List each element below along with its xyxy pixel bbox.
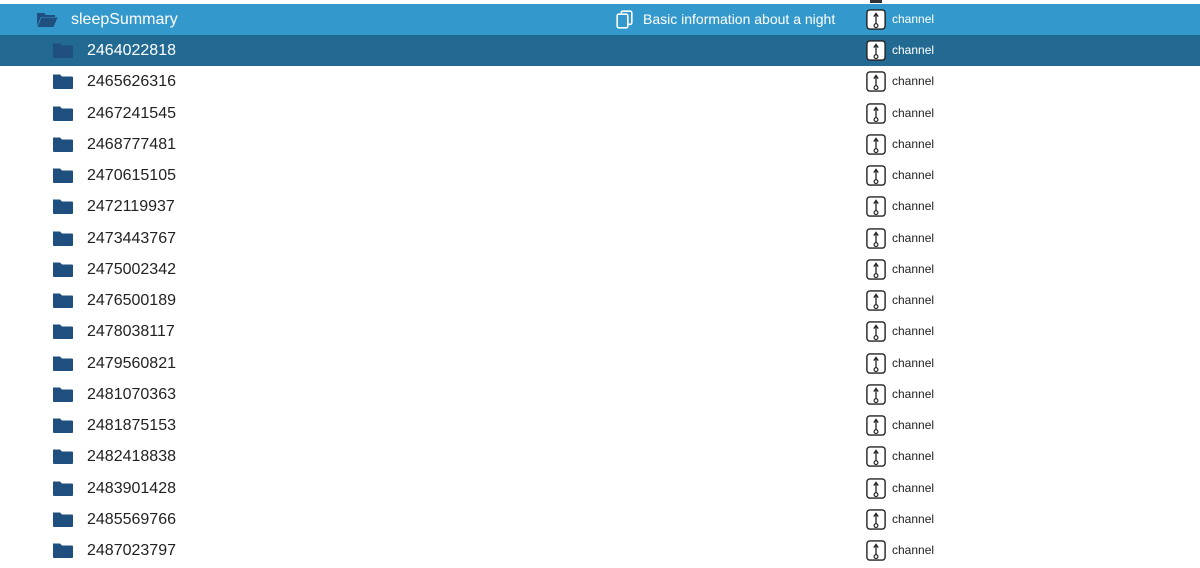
- item-name: 2483901428: [87, 479, 176, 497]
- tree-row-item[interactable]: 2482418838 channel: [0, 441, 1200, 472]
- channel-icon: [866, 540, 886, 561]
- item-name: 2481070363: [87, 385, 176, 403]
- root-folder-name: sleepSummary: [71, 11, 178, 28]
- tree-row-item[interactable]: 2487023797 channel: [0, 535, 1200, 566]
- folder-icon: [53, 262, 73, 277]
- scroll-edge-marker: [870, 0, 882, 3]
- channel-label: channel: [892, 105, 935, 120]
- folder-icon: [53, 543, 73, 558]
- channel-icon: [866, 258, 886, 280]
- channel-label: channel: [892, 12, 935, 26]
- channel-icon: [866, 477, 886, 499]
- folder-open-icon: [37, 13, 58, 27]
- channel-icon: [866, 9, 886, 30]
- tree-row-item[interactable]: 2483901428 channel: [0, 473, 1200, 504]
- channel-label: channel: [892, 230, 935, 245]
- folder-icon: [53, 231, 73, 246]
- folder-icon: [53, 199, 73, 215]
- item-name: 2482418838: [87, 448, 176, 466]
- channel-icon: [866, 446, 886, 468]
- channel-label: channel: [892, 449, 935, 464]
- tree-row-item[interactable]: 2467241545 channel: [0, 98, 1200, 129]
- tree-row-item[interactable]: 2478038117 channel: [0, 316, 1200, 347]
- item-name: 2481875153: [87, 417, 176, 434]
- channel-label: channel: [892, 43, 935, 57]
- tree-row-item[interactable]: 2464022818 channel: [0, 35, 1200, 66]
- channel-label: channel: [892, 511, 935, 526]
- tree-row-item[interactable]: 2481070363 channel: [0, 379, 1200, 410]
- channel-icon: [866, 133, 886, 155]
- folder-icon: [53, 512, 73, 527]
- channel-label: channel: [892, 74, 935, 89]
- tree-row-item[interactable]: 2472119937 channel: [0, 191, 1200, 222]
- channel-icon: [866, 40, 886, 61]
- channel-icon: [866, 227, 886, 249]
- item-name: 2479560821: [87, 354, 176, 372]
- folder-icon: [53, 449, 73, 465]
- channel-label: channel: [892, 136, 935, 151]
- tree-row-item[interactable]: 2479560821 channel: [0, 348, 1200, 379]
- folder-icon: [53, 168, 73, 183]
- channel-icon: [866, 165, 886, 186]
- channel-label: channel: [892, 199, 935, 214]
- item-name: 2476500189: [87, 292, 176, 309]
- channel-label: channel: [892, 480, 935, 495]
- item-name: 2473443767: [87, 229, 176, 247]
- channel-label: channel: [892, 168, 935, 182]
- folder-icon: [53, 43, 73, 58]
- item-name: 2470615105: [87, 167, 176, 184]
- channel-icon: [866, 508, 886, 530]
- tree-row-root[interactable]: sleepSummary Basic information about a n…: [0, 4, 1200, 35]
- channel-label: channel: [892, 261, 935, 276]
- channel-icon: [866, 415, 886, 436]
- folder-icon: [53, 137, 73, 152]
- channel-icon: [866, 383, 886, 405]
- item-name: 2468777481: [87, 135, 176, 153]
- tree-row-item[interactable]: 2468777481 channel: [0, 129, 1200, 160]
- channel-icon: [866, 352, 886, 374]
- item-name: 2487023797: [87, 542, 176, 559]
- tree-row-item[interactable]: 2473443767 channel: [0, 223, 1200, 254]
- channel-tree: sleepSummary Basic information about a n…: [0, 0, 1200, 568]
- item-name: 2465626316: [87, 73, 176, 91]
- channel-label: channel: [892, 355, 935, 370]
- channel-icon: [866, 196, 886, 218]
- copy-documents-icon[interactable]: [616, 10, 634, 29]
- channel-label: channel: [892, 543, 935, 557]
- item-name: 2475002342: [87, 260, 176, 278]
- channel-label: channel: [892, 324, 935, 339]
- channel-icon: [866, 71, 886, 93]
- folder-icon: [53, 481, 73, 496]
- folder-icon: [53, 418, 73, 433]
- channel-icon: [866, 321, 886, 343]
- folder-icon: [53, 293, 73, 308]
- channel-icon: [866, 290, 886, 311]
- channel-label: channel: [892, 386, 935, 401]
- folder-icon: [53, 74, 73, 90]
- channel-label: channel: [892, 418, 935, 432]
- tree-row-item[interactable]: 2470615105 channel: [0, 160, 1200, 191]
- tree-row-item[interactable]: 2476500189 channel: [0, 285, 1200, 316]
- tree-row-item[interactable]: 2475002342 channel: [0, 254, 1200, 285]
- folder-icon: [53, 387, 73, 402]
- channel-icon: [866, 102, 886, 124]
- tree-row-item[interactable]: 2481875153 channel: [0, 410, 1200, 441]
- root-description: Basic information about a night: [643, 11, 836, 27]
- item-name: 2467241545: [87, 104, 176, 122]
- tree-row-item[interactable]: 2485569766 channel: [0, 504, 1200, 535]
- item-name: 2464022818: [87, 42, 176, 59]
- item-name: 2478038117: [87, 323, 175, 341]
- item-name: 2472119937: [87, 198, 175, 216]
- channel-label: channel: [892, 293, 935, 307]
- tree-row-item[interactable]: 2465626316 channel: [0, 66, 1200, 97]
- folder-icon: [53, 106, 73, 121]
- folder-icon: [53, 324, 73, 340]
- item-name: 2485569766: [87, 510, 176, 528]
- folder-icon: [53, 356, 73, 371]
